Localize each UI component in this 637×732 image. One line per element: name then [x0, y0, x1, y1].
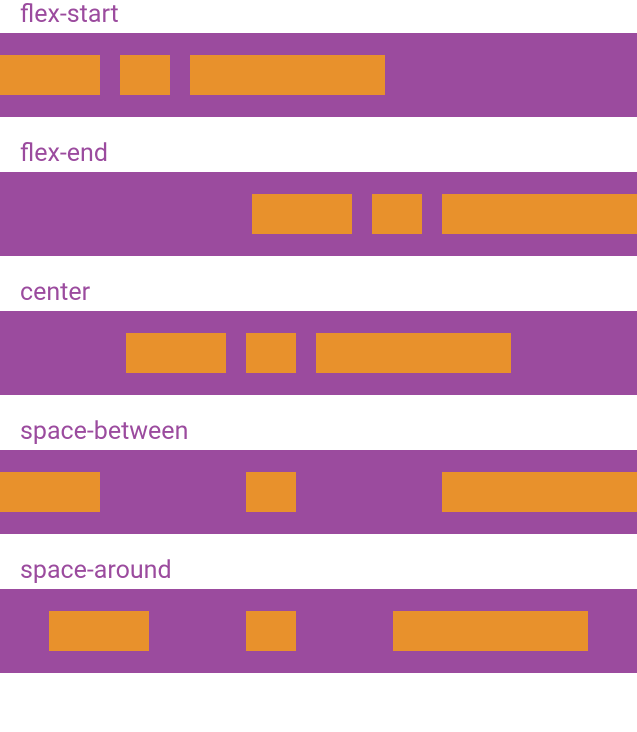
- flex-item: [442, 194, 637, 234]
- container-space-around: [0, 589, 637, 673]
- flex-item: [246, 611, 296, 651]
- label-flex-end: flex-end: [0, 139, 637, 172]
- flex-item: [0, 55, 100, 95]
- example-center: center: [0, 278, 637, 395]
- flex-item: [246, 472, 296, 512]
- example-flex-end: flex-end: [0, 139, 637, 256]
- label-center: center: [0, 278, 637, 311]
- flex-item: [252, 194, 352, 234]
- example-flex-start: flex-start: [0, 0, 637, 117]
- label-space-between: space-between: [0, 417, 637, 450]
- container-center: [0, 311, 637, 395]
- flex-item: [126, 333, 226, 373]
- flex-item: [120, 55, 170, 95]
- container-flex-end: [0, 172, 637, 256]
- flex-item: [442, 472, 637, 512]
- flex-item: [316, 333, 511, 373]
- container-space-between: [0, 450, 637, 534]
- container-flex-start: [0, 33, 637, 117]
- flex-item: [246, 333, 296, 373]
- flex-item: [190, 55, 385, 95]
- flex-item: [393, 611, 588, 651]
- label-flex-start: flex-start: [0, 0, 637, 33]
- example-space-around: space-around: [0, 556, 637, 673]
- example-space-between: space-between: [0, 417, 637, 534]
- flex-item: [49, 611, 149, 651]
- label-space-around: space-around: [0, 556, 637, 589]
- flex-item: [0, 472, 100, 512]
- flex-item: [372, 194, 422, 234]
